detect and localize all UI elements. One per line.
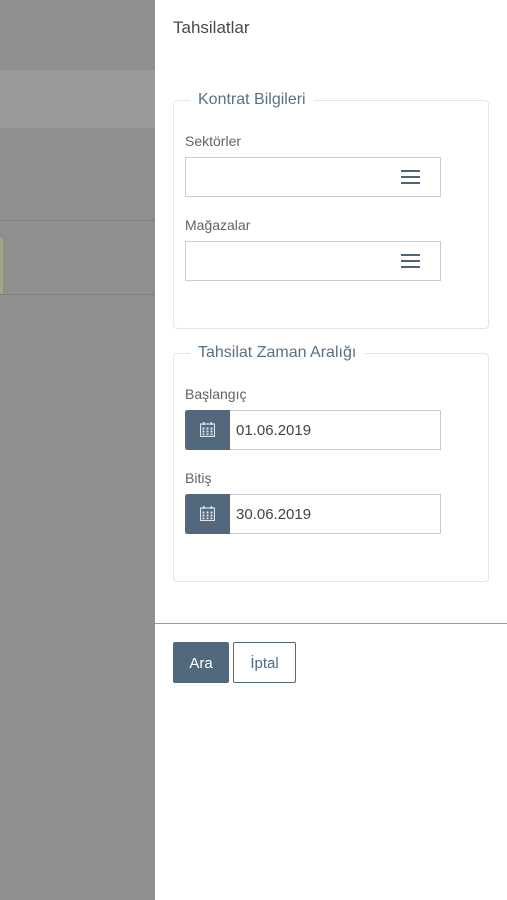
filter-panel: Tahsilatlar Kontrat Bilgileri Sektörler … <box>155 0 507 900</box>
contract-info-legend: Kontrat Bilgileri <box>198 91 306 108</box>
footer-divider <box>155 623 507 624</box>
end-date-value[interactable]: 30.06.2019 <box>236 506 311 523</box>
cancel-button[interactable]: İptal <box>233 642 296 683</box>
stores-label: Mağazalar <box>185 217 251 233</box>
start-date-calendar-button[interactable] <box>185 410 230 450</box>
end-date-calendar-button[interactable] <box>185 494 230 534</box>
calendar-icon <box>200 506 215 521</box>
background-overlay <box>0 0 155 900</box>
contract-info-group: Kontrat Bilgileri <box>173 91 489 329</box>
start-date-field[interactable]: 01.06.2019 <box>185 410 441 450</box>
date-range-legend: Tahsilat Zaman Aralığı <box>198 344 357 361</box>
end-date-label: Bitiş <box>185 470 212 486</box>
menu-icon[interactable] <box>401 254 420 269</box>
menu-icon[interactable] <box>401 170 420 185</box>
sectors-select[interactable] <box>185 157 441 197</box>
start-date-value[interactable]: 01.06.2019 <box>236 422 311 439</box>
end-date-field[interactable]: 30.06.2019 <box>185 494 441 534</box>
overlay-band <box>0 70 155 128</box>
overlay-divider <box>0 220 155 221</box>
sectors-label: Sektörler <box>185 133 242 149</box>
overlay-highlight-edge <box>0 238 3 294</box>
panel-title: Tahsilatlar <box>173 18 250 37</box>
stores-select[interactable] <box>185 241 441 281</box>
search-button[interactable]: Ara <box>173 642 229 683</box>
date-range-group: Tahsilat Zaman Aralığı <box>173 344 489 582</box>
start-date-label: Başlangıç <box>185 386 247 402</box>
calendar-icon <box>200 422 215 437</box>
overlay-divider <box>0 294 155 295</box>
